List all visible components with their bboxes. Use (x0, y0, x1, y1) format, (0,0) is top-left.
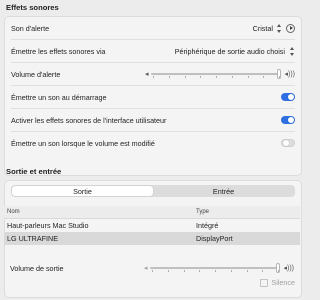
silence-checkbox-row[interactable]: Silence (260, 278, 295, 287)
speaker-low-icon: ◂ (144, 71, 149, 78)
play-circle-icon[interactable] (286, 23, 295, 33)
slider-track (151, 73, 282, 75)
device-type: DisplayPort (196, 234, 233, 243)
device-type: Intégré (196, 221, 219, 230)
silence-label: Silence (271, 278, 295, 287)
table-row-selected[interactable]: LG ULTRAFINE DisplayPort (4, 232, 300, 245)
slider-tick (232, 76, 234, 78)
silence-checkbox[interactable] (260, 278, 269, 287)
slider-tick (184, 270, 186, 272)
slider-tick (279, 76, 281, 78)
emettre-via-popup[interactable]: Périphérique de sortie audio choisi (174, 46, 295, 56)
volume-modifie-label: Émettre un son lorsque le volume est mod… (11, 138, 155, 148)
slider-tick (200, 76, 202, 78)
emettre-via-value: Périphérique de sortie audio choisi (174, 46, 285, 56)
up-down-chevron-icon (289, 46, 295, 56)
emettre-via-row: Émettre les effets sonores via Périphéri… (5, 40, 301, 62)
demarrage-toggle[interactable] (281, 93, 295, 101)
section-title-sortie-entree: Sortie et entrée (6, 167, 62, 176)
device-name: LG ULTRAFINE (7, 234, 58, 243)
speaker-high-icon: ◂))) (283, 265, 294, 272)
volume-sortie-row: Volume de sortie ◂ ◂))) (4, 257, 300, 279)
slider-tick (262, 270, 264, 272)
table-row[interactable]: Haut-parleurs Mac Studio Intégré (4, 219, 300, 232)
slider-tick (248, 76, 250, 78)
son-alerte-row: Son d'alerte Cristal (5, 17, 301, 39)
son-alerte-popup[interactable]: Cristal (252, 23, 282, 33)
slider-tick (199, 270, 201, 272)
son-alerte-label: Son d'alerte (11, 23, 50, 33)
device-name: Haut-parleurs Mac Studio (7, 221, 89, 230)
demarrage-row: Émettre un son au démarrage (5, 86, 301, 108)
volume-modifie-row: Émettre un son lorsque le volume est mod… (5, 132, 301, 154)
demarrage-label: Émettre un son au démarrage (11, 92, 107, 102)
sortie-entree-segmented: Sortie Entrée (11, 185, 295, 197)
table-header: Nom Type (4, 206, 300, 219)
slider-tick (216, 76, 218, 78)
slider-tick (169, 76, 171, 78)
column-header-type[interactable]: Type (193, 209, 209, 215)
tab-sortie[interactable]: Sortie (12, 186, 153, 196)
speaker-high-icon: ◂))) (284, 71, 295, 78)
volume-alerte-slider[interactable] (151, 69, 282, 79)
slider-tick (215, 270, 217, 272)
tab-entree[interactable]: Entrée (153, 186, 294, 196)
volume-modifie-toggle[interactable] (281, 139, 295, 147)
volume-sortie-slider[interactable] (150, 263, 281, 273)
slider-tick (247, 270, 249, 272)
slider-tick (153, 76, 155, 78)
slider-tick (152, 270, 154, 272)
slider-tick (168, 270, 170, 272)
up-down-chevron-icon (276, 23, 282, 33)
slider-tick (231, 270, 233, 272)
emettre-via-label: Émettre les effets sonores via (11, 46, 106, 56)
interface-label: Activer les effets sonores de l'interfac… (11, 115, 167, 125)
speaker-low-icon: ◂ (143, 265, 148, 272)
volume-sortie-label: Volume de sortie (10, 263, 64, 273)
interface-row: Activer les effets sonores de l'interfac… (5, 109, 301, 131)
effets-panel: Son d'alerte Cristal Émettre les effets … (4, 16, 302, 176)
interface-toggle[interactable] (281, 116, 295, 124)
volume-alerte-label: Volume d'alerte (11, 69, 61, 79)
slider-tick (263, 76, 265, 78)
devices-table: Nom Type Haut-parleurs Mac Studio Intégr… (4, 206, 300, 245)
volume-alerte-row: Volume d'alerte ◂ ◂))) (5, 63, 301, 85)
slider-tick (185, 76, 187, 78)
slider-track (150, 267, 281, 269)
section-title-effets: Effets sonores (6, 3, 59, 12)
slider-tick (278, 270, 280, 272)
column-header-nom[interactable]: Nom (4, 209, 193, 215)
son-alerte-value: Cristal (252, 23, 273, 33)
